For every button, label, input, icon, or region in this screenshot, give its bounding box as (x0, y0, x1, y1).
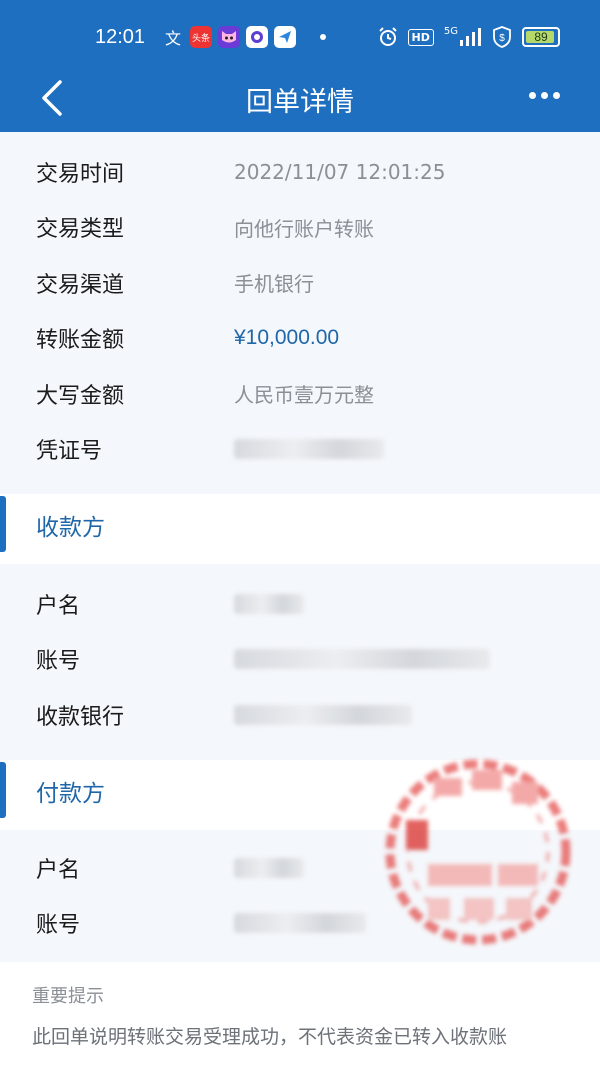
send-icon (274, 26, 296, 48)
toutiao-icon: 头条 (190, 26, 212, 48)
status-bar: 12:01 文 头条 HD 5G $ 89 (0, 0, 600, 70)
detail-label: 交易时间 (36, 161, 125, 187)
detail-row-voucher: 凭证号 (0, 422, 600, 478)
detail-label: 大写金额 (36, 383, 125, 409)
svg-text:$: $ (499, 33, 505, 44)
detail-label: 转账金额 (36, 328, 125, 354)
redacted-value (234, 593, 304, 614)
redacted-value (234, 913, 366, 934)
amount-value: ¥10,000.00 (234, 326, 340, 350)
detail-label: 户名 (36, 593, 81, 619)
detail-value: 向他行账户转账 (234, 216, 374, 241)
nav-bar: 回单详情 (0, 70, 600, 132)
section-accent-bar (0, 496, 6, 552)
detail-label: 交易类型 (36, 217, 125, 243)
redacted-value (234, 649, 490, 670)
redacted-value (234, 439, 384, 460)
more-icon[interactable] (529, 92, 560, 99)
payee-details: 户名 账号 收款银行 (0, 576, 600, 743)
payee-row-bank: 收款银行 (0, 687, 600, 743)
detail-label: 凭证号 (36, 439, 103, 465)
payee-row-account: 账号 (0, 632, 600, 688)
transaction-details: 交易时间 2022/11/07 12:01:25 交易类型 向他行账户转账 交易… (0, 144, 600, 477)
detail-value: 2022/11/07 12:01:25 (234, 159, 446, 184)
detail-value: 手机银行 (234, 272, 314, 297)
section-accent-bar (0, 762, 6, 818)
detail-row-amount-words: 大写金额 人民币壹万元整 (0, 366, 600, 422)
hd-badge: HD (407, 28, 434, 46)
payee-section-header: 收款方 (0, 494, 600, 564)
top-bar: 12:01 文 头条 HD 5G $ 89 回单详情 (0, 0, 600, 132)
status-time: 12:01 (95, 26, 146, 48)
detail-label: 交易渠道 (36, 272, 125, 298)
payee-row-name: 户名 (0, 576, 600, 632)
notice-title: 重要提示 (32, 986, 104, 1007)
cat-icon (218, 26, 240, 48)
detail-value: 人民币壹万元整 (234, 383, 374, 408)
wenku-icon: 文 (164, 29, 181, 48)
detail-row-channel: 交易渠道 手机银行 (0, 255, 600, 311)
detail-row-time: 交易时间 2022/11/07 12:01:25 (0, 144, 600, 200)
notice-text: 此回单说明转账交易受理成功，不代表资金已转入收款账 (32, 1026, 508, 1048)
important-notice: 重要提示 此回单说明转账交易受理成功，不代表资金已转入收款账 (0, 962, 600, 1066)
detail-label: 收款银行 (36, 704, 125, 730)
redacted-value (234, 704, 412, 725)
notification-icons: 文 头条 (162, 26, 326, 48)
section-title: 付款方 (36, 781, 105, 807)
more-notifications-dot (320, 34, 326, 40)
page-title: 回单详情 (246, 87, 354, 118)
network-label: 5G (443, 26, 458, 37)
detail-label: 账号 (36, 649, 81, 675)
detail-label: 户名 (36, 857, 81, 883)
official-seal-stamp (385, 759, 571, 945)
signal-icon (460, 28, 481, 46)
detail-row-type: 交易类型 向他行账户转账 (0, 200, 600, 256)
shield-icon: $ (493, 26, 511, 48)
alarm-icon (378, 27, 397, 46)
detail-row-amount: 转账金额 ¥10,000.00 (0, 311, 600, 367)
section-title: 收款方 (36, 515, 105, 541)
app-icon (246, 26, 268, 48)
detail-label: 账号 (36, 913, 81, 939)
redacted-value (234, 857, 304, 878)
battery-icon: 89 (522, 27, 560, 47)
status-indicators: HD 5G $ 89 (378, 26, 560, 48)
